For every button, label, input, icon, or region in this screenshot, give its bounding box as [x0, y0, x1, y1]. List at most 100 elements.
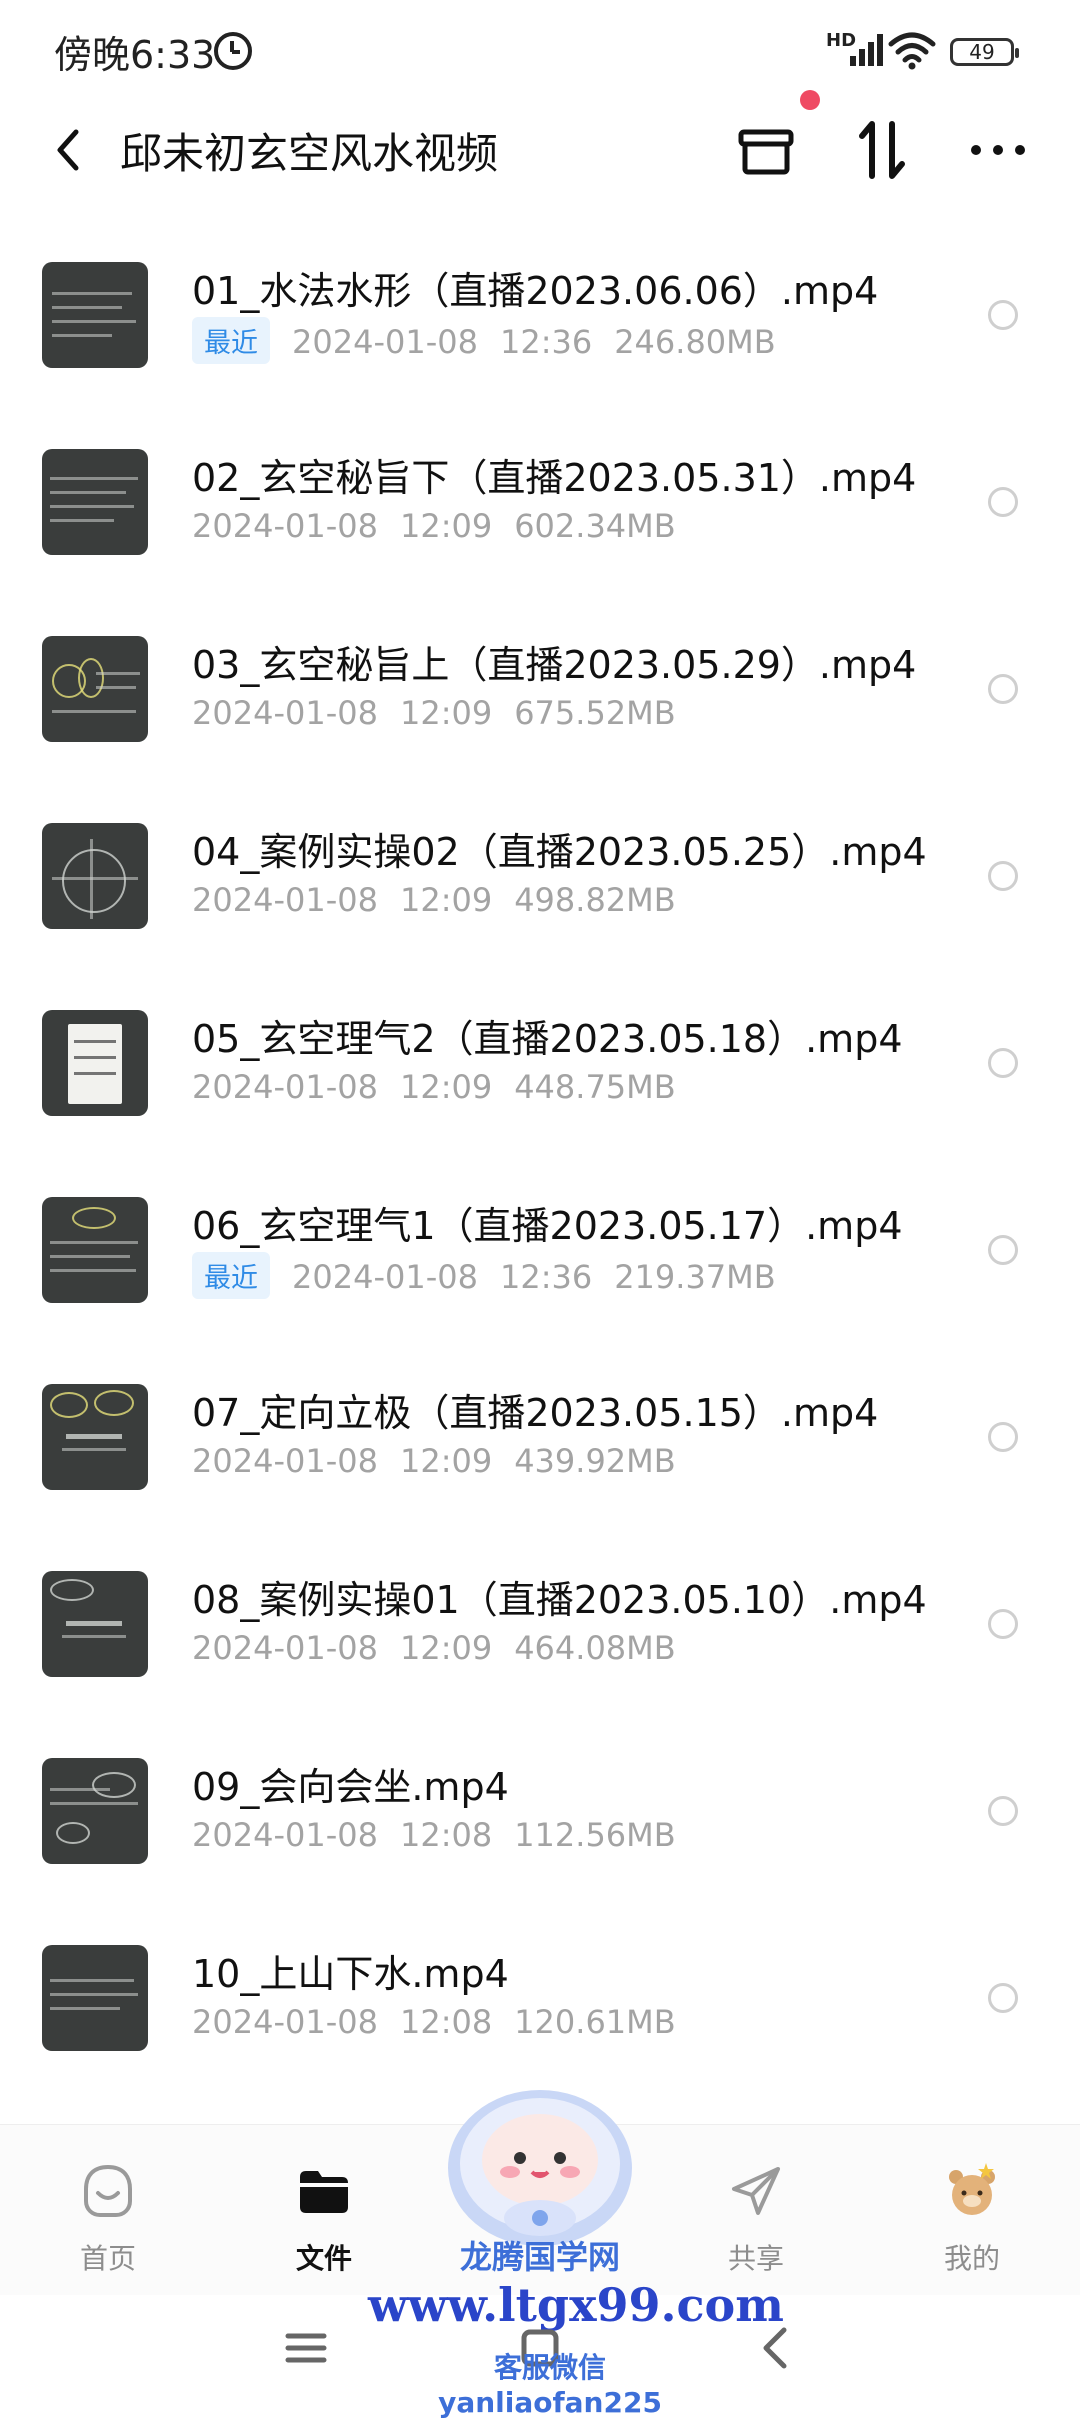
- notification-dot: [800, 90, 820, 110]
- battery-indicator: 49: [950, 38, 1019, 66]
- file-meta: 2024-01-08 12:09 602.34MB: [192, 507, 698, 545]
- status-time: 傍晚6:33: [54, 33, 216, 77]
- select-radio[interactable]: [988, 1983, 1018, 2013]
- video-thumbnail: [42, 1384, 148, 1490]
- watermark-name: 龙腾国学网: [459, 2238, 620, 2276]
- select-radio[interactable]: [988, 1048, 1018, 1078]
- tab-files-label: 文件: [295, 2242, 352, 2275]
- recent-badge: 最近: [192, 317, 270, 364]
- file-row[interactable]: 03_玄空秘旨上（直播2023.05.29）.mp4 2024-01-08 12:…: [0, 574, 1080, 761]
- menu-icon[interactable]: [276, 2318, 336, 2378]
- file-date: 2024-01-08: [192, 1816, 378, 1854]
- file-meta: 2024-01-08 12:08 120.61MB: [192, 2003, 698, 2041]
- tab-share[interactable]: 共享: [696, 2125, 816, 2285]
- file-name: 05_玄空理气2（直播2023.05.18）.mp4: [192, 1017, 903, 1061]
- file-time: 12:08: [399, 1816, 493, 1854]
- file-name: 07_定向立极（直播2023.05.15）.mp4: [192, 1391, 879, 1435]
- home-icon: [84, 2164, 132, 2217]
- archive-icon[interactable]: [726, 110, 806, 190]
- file-time: 12:09: [399, 1442, 493, 1480]
- file-size: 219.37MB: [614, 1257, 776, 1296]
- file-size: 112.56MB: [514, 1816, 676, 1854]
- tab-home-label: 首页: [79, 2242, 136, 2275]
- video-thumbnail: [42, 636, 148, 742]
- share-icon: [732, 2167, 780, 2215]
- file-row[interactable]: 04_案例实操02（直播2023.05.25）.mp4 2024-01-08 12…: [0, 761, 1080, 948]
- file-size: 464.08MB: [514, 1629, 676, 1667]
- tab-me[interactable]: 我的: [912, 2125, 1032, 2285]
- file-meta: 2024-01-08 12:08 112.56MB: [192, 1816, 698, 1854]
- signal-icon: [850, 30, 886, 66]
- file-name: 04_案例实操02（直播2023.05.25）.mp4: [192, 830, 927, 874]
- file-time: 12:09: [399, 881, 493, 919]
- file-size: 120.61MB: [514, 2003, 676, 2041]
- tab-me-label: 我的: [943, 2242, 1000, 2275]
- tab-files[interactable]: 文件: [264, 2125, 384, 2285]
- page-title: 邱未初玄空风水视频: [120, 129, 499, 178]
- back-icon[interactable]: [44, 122, 94, 178]
- file-row[interactable]: 10_上山下水.mp4 2024-01-08 12:08 120.61MB: [0, 1883, 1080, 2070]
- back-nav-icon[interactable]: [746, 2318, 806, 2378]
- file-row[interactable]: 05_玄空理气2（直播2023.05.18）.mp4 2024-01-08 12:…: [0, 948, 1080, 1135]
- file-size: 246.80MB: [614, 322, 776, 361]
- file-size: 439.92MB: [514, 1442, 676, 1480]
- file-size: 675.52MB: [514, 694, 676, 732]
- watermark-contact: 客服微信 yanliaofan225: [438, 2351, 662, 2419]
- file-name: 08_案例实操01（直播2023.05.10）.mp4: [192, 1578, 927, 1622]
- video-thumbnail: [42, 449, 148, 555]
- file-date: 2024-01-08: [192, 1068, 378, 1106]
- select-radio[interactable]: [988, 861, 1018, 891]
- file-list: 01_水法水形（直播2023.06.06）.mp4 最近 2024-01-08 12…: [0, 200, 1080, 2070]
- status-bar: 傍晚6:33 HD 49: [0, 0, 1080, 100]
- select-radio[interactable]: [988, 1422, 1018, 1452]
- file-date: 2024-01-08: [192, 694, 378, 732]
- file-time: 12:09: [399, 1629, 493, 1667]
- mascot-logo: [448, 2090, 632, 2246]
- file-meta: 最近 2024-01-08 12:36 246.80MB: [192, 317, 798, 367]
- file-meta: 2024-01-08 12:09 464.08MB: [192, 1629, 698, 1667]
- more-icon[interactable]: [958, 110, 1038, 190]
- app-header: 邱未初玄空风水视频: [0, 90, 1080, 200]
- file-time: 12:08: [399, 2003, 493, 2041]
- file-date: 2024-01-08: [192, 2003, 378, 2041]
- file-meta: 2024-01-08 12:09 448.75MB: [192, 1068, 698, 1106]
- file-name: 01_水法水形（直播2023.06.06）.mp4: [192, 269, 879, 313]
- file-time: 12:36: [499, 322, 593, 361]
- video-thumbnail: [42, 1758, 148, 1864]
- file-name: 10_上山下水.mp4: [192, 1952, 509, 1996]
- wifi-icon: [888, 32, 936, 70]
- file-row[interactable]: 09_会向会坐.mp4 2024-01-08 12:08 112.56MB: [0, 1696, 1080, 1883]
- file-meta: 2024-01-08 12:09 498.82MB: [192, 881, 698, 919]
- file-date: 2024-01-08: [192, 881, 378, 919]
- video-thumbnail: [42, 823, 148, 929]
- file-row[interactable]: 06_玄空理气1（直播2023.05.17）.mp4 最近 2024-01-08 1…: [0, 1135, 1080, 1322]
- file-row[interactable]: 07_定向立极（直播2023.05.15）.mp4 2024-01-08 12:0…: [0, 1322, 1080, 1509]
- tab-home[interactable]: 首页: [48, 2125, 168, 2285]
- file-row[interactable]: 01_水法水形（直播2023.06.06）.mp4 最近 2024-01-08 12…: [0, 200, 1080, 387]
- select-radio[interactable]: [988, 674, 1018, 704]
- avatar-icon: [949, 2163, 995, 2215]
- file-meta: 最近 2024-01-08 12:36 219.37MB: [192, 1252, 798, 1302]
- file-size: 448.75MB: [514, 1068, 676, 1106]
- file-date: 2024-01-08: [192, 1442, 378, 1480]
- file-row[interactable]: 08_案例实操01（直播2023.05.10）.mp4 2024-01-08 12…: [0, 1509, 1080, 1696]
- file-name: 03_玄空秘旨上（直播2023.05.29）.mp4: [192, 643, 917, 687]
- select-radio[interactable]: [988, 487, 1018, 517]
- file-time: 12:36: [499, 1257, 593, 1296]
- folder-icon: [300, 2171, 348, 2213]
- file-date: 2024-01-08: [192, 507, 378, 545]
- video-thumbnail: [42, 1197, 148, 1303]
- file-size: 602.34MB: [514, 507, 676, 545]
- file-name: 06_玄空理气1（直播2023.05.17）.mp4: [192, 1204, 903, 1248]
- select-radio[interactable]: [988, 1609, 1018, 1639]
- select-radio[interactable]: [988, 300, 1018, 330]
- file-time: 12:09: [399, 694, 493, 732]
- file-meta: 2024-01-08 12:09 675.52MB: [192, 694, 698, 732]
- select-radio[interactable]: [988, 1796, 1018, 1826]
- select-radio[interactable]: [988, 1235, 1018, 1265]
- video-thumbnail: [42, 1010, 148, 1116]
- video-thumbnail: [42, 1571, 148, 1677]
- tab-share-label: 共享: [727, 2242, 784, 2275]
- file-row[interactable]: 02_玄空秘旨下（直播2023.05.31）.mp4 2024-01-08 12:…: [0, 387, 1080, 574]
- sort-icon[interactable]: [842, 110, 922, 190]
